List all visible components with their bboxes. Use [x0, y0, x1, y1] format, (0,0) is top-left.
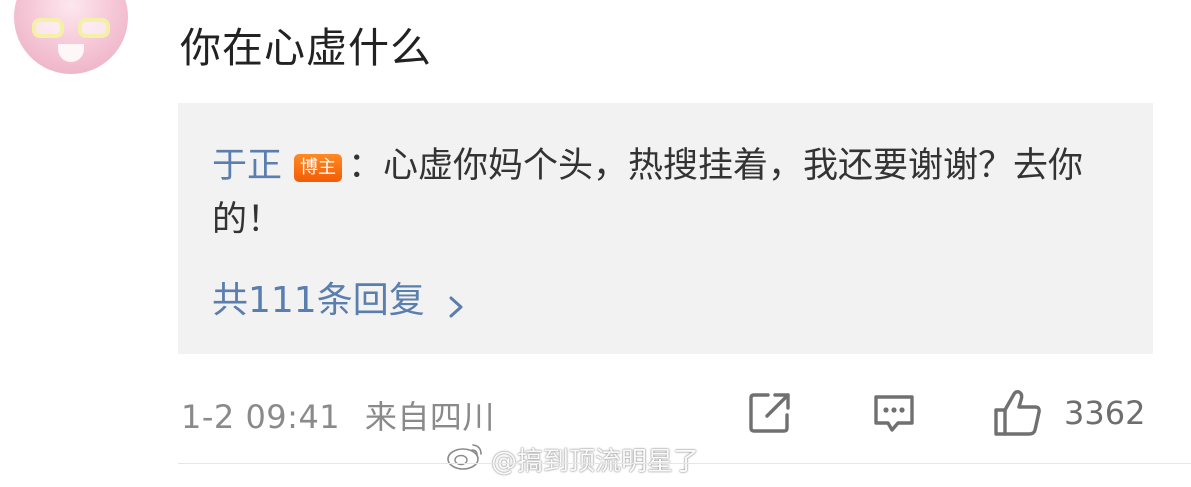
watermark-text: @搞到顶流明星了 [491, 447, 700, 477]
divider [178, 463, 1191, 464]
avatar-lens-right [78, 18, 110, 38]
watermark: @搞到顶流明星了 [445, 441, 699, 478]
comment-button[interactable] [870, 387, 918, 439]
reply-text: ：心虚你妈个头，热搜挂着，我还要谢谢？去你的！ [212, 146, 1084, 240]
reply-box[interactable]: 于正 博主 ：心虚你妈个头，热搜挂着，我还要谢谢？去你的！ 共111条回复 [178, 103, 1153, 354]
comment-text: 你在心虚什么 [180, 24, 432, 72]
timestamp: 1-2 09:41 [181, 398, 341, 436]
share-icon [746, 389, 794, 437]
location: 来自四川 [364, 398, 495, 436]
avatar-lens-left [32, 18, 64, 38]
comment-meta: 1-2 09:41 来自四川 [181, 392, 495, 438]
comment-icon [870, 389, 918, 437]
like-button[interactable]: 3362 [992, 387, 1145, 439]
reply-author[interactable]: 于正 [212, 146, 282, 186]
author-badge: 博主 [294, 154, 343, 182]
avatar[interactable] [14, 0, 128, 74]
avatar-mouth [58, 44, 84, 62]
chevron-right-icon [445, 286, 467, 318]
like-count: 3362 [1064, 394, 1146, 432]
view-replies-link[interactable]: 共111条回复 [212, 271, 467, 323]
like-icon [992, 388, 1044, 438]
avatar-glasses [32, 18, 110, 40]
weibo-logo-icon [445, 441, 485, 478]
reply-body: 于正 博主 ：心虚你妈个头，热搜挂着，我还要谢谢？去你的！ [212, 139, 1092, 247]
view-replies-label: 共111条回复 [212, 280, 425, 321]
share-button[interactable] [746, 387, 794, 439]
